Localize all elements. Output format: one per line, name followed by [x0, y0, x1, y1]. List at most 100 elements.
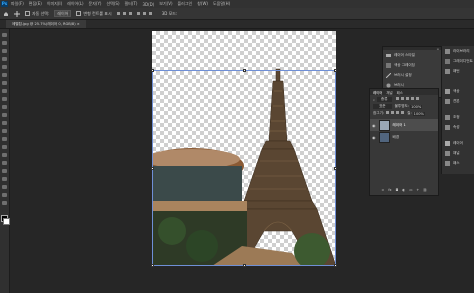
side-item-layers[interactable]: 레이어 — [442, 138, 474, 148]
filter-icons[interactable] — [395, 97, 422, 102]
lock-icons[interactable] — [386, 111, 405, 116]
move-tool-icon[interactable] — [2, 33, 7, 37]
menu-item-type[interactable]: 문자(Y) — [89, 1, 102, 7]
group-icon[interactable]: ▭ — [409, 188, 412, 192]
menu-item-filter[interactable]: 필터(T) — [125, 1, 138, 7]
pen-tool-icon[interactable] — [2, 153, 7, 157]
transform-handle-bottom-right[interactable] — [334, 264, 337, 267]
layers-panel-tabs: 레이어 채널 패스 — [370, 89, 438, 95]
library-icon — [445, 48, 450, 54]
side-item-pattern[interactable]: 패턴 — [442, 66, 474, 76]
adj-item-brush-settings[interactable]: 브러시 설정 — [383, 70, 441, 80]
side-item-properties[interactable]: 속성 — [442, 122, 474, 132]
side-item-paths[interactable]: 패스 — [442, 158, 474, 168]
side-item-library[interactable]: 라이브러리 — [442, 46, 474, 56]
transform-handle-middle-left[interactable] — [151, 167, 154, 170]
healing-tool-icon[interactable] — [2, 89, 7, 93]
side-item-color[interactable]: 색상 — [442, 86, 474, 96]
side-item-label: 채널 — [453, 150, 460, 155]
document-tab[interactable]: 에펠탑.jpg @ 25.7%(레이어 0, RGB/8) × — [6, 20, 86, 28]
marquee-tool-icon[interactable] — [2, 41, 7, 45]
panel-menu-icon[interactable]: ≡ — [436, 47, 439, 51]
fx-icon[interactable]: fx — [388, 188, 391, 192]
mask-icon[interactable]: ◘ — [396, 188, 399, 192]
shape-tool-icon[interactable] — [2, 177, 7, 181]
layer-row-background[interactable]: ◉ 배경 — [370, 131, 438, 143]
menu-item-view[interactable]: 보기(V) — [159, 1, 172, 7]
visibility-eye-icon[interactable]: ◉ — [372, 123, 376, 128]
menu-item-select[interactable]: 선택(S) — [106, 1, 119, 7]
transform-handle-top-center[interactable] — [243, 69, 246, 72]
dodge-tool-icon[interactable] — [2, 145, 7, 149]
tab-channels[interactable]: 채널 — [386, 90, 392, 95]
menu-bar: Ps 파일(F) 편집(E) 이미지(I) 레이어(L) 문자(Y) 선택(S)… — [0, 0, 474, 8]
transform-handle-top-left[interactable] — [151, 69, 154, 72]
tab-paths[interactable]: 패스 — [397, 90, 403, 95]
menu-item-layer[interactable]: 레이어(L) — [67, 1, 83, 7]
gradient-tool-icon[interactable] — [2, 129, 7, 133]
new-layer-icon[interactable]: + — [416, 188, 419, 192]
background-color-swatch[interactable] — [3, 218, 10, 225]
adj-item-label: 색상 그레이딩 — [394, 62, 415, 67]
layer-name[interactable]: 레이어 1 — [393, 123, 406, 128]
lasso-tool-icon[interactable] — [2, 49, 7, 53]
type-tool-icon[interactable] — [2, 161, 7, 165]
home-icon[interactable] — [3, 11, 9, 17]
tools-panel — [0, 29, 10, 293]
transform-handle-middle-right[interactable] — [334, 167, 337, 170]
quick-select-tool-icon[interactable] — [2, 57, 7, 61]
edit-toolbar-icon[interactable] — [2, 201, 7, 205]
adj-item-layer-style[interactable]: 레이어 스타일 — [383, 50, 441, 60]
align-icons[interactable] — [116, 11, 157, 16]
link-layers-icon[interactable]: ∞ — [382, 188, 385, 192]
trash-icon[interactable]: ▥ — [423, 188, 426, 192]
menu-item-image[interactable]: 이미지(I) — [47, 1, 62, 7]
crop-tool-icon[interactable] — [2, 65, 7, 69]
blend-mode-dropdown[interactable]: 표준 — [373, 104, 392, 109]
side-item-gradient[interactable]: 그레이디언트 — [442, 56, 474, 66]
auto-select-dropdown[interactable]: 레이어 — [54, 10, 72, 17]
adj-item-label: 브러시 설정 — [394, 72, 412, 77]
side-item-channels[interactable]: 채널 — [442, 148, 474, 158]
fill-label: 칠: — [407, 111, 412, 115]
menu-item-help[interactable]: 도움말(H) — [213, 1, 230, 7]
eraser-tool-icon[interactable] — [2, 121, 7, 125]
layer-kind-filter[interactable]: 종류 — [376, 97, 392, 102]
fill-field[interactable]: 100% — [412, 111, 425, 116]
side-item-adjust[interactable]: 조정 — [442, 112, 474, 122]
transform-handle-bottom-left[interactable] — [151, 264, 154, 267]
layer-style-icon — [386, 53, 391, 58]
menu-item-file[interactable]: 파일(F) — [11, 1, 24, 7]
eyedropper-tool-icon[interactable] — [2, 81, 7, 85]
zoom-tool-icon[interactable] — [2, 193, 7, 197]
opacity-field[interactable]: 100% — [410, 104, 423, 109]
frame-tool-icon[interactable] — [2, 73, 7, 77]
history-brush-tool-icon[interactable] — [2, 113, 7, 117]
stamp-tool-icon[interactable] — [2, 105, 7, 109]
menu-item-3d[interactable]: 3D(D) — [142, 2, 154, 7]
photoshop-logo[interactable]: Ps — [1, 1, 8, 7]
auto-select-checkbox[interactable] — [25, 11, 30, 16]
layer-row-layer1[interactable]: ◉ 레이어 1 — [370, 119, 438, 131]
blur-tool-icon[interactable] — [2, 137, 7, 141]
menu-item-window[interactable]: 창(W) — [197, 1, 208, 7]
layer-name[interactable]: 배경 — [393, 135, 400, 140]
menu-item-edit[interactable]: 편집(E) — [29, 1, 42, 7]
transform-handle-top-right[interactable] — [334, 69, 337, 72]
hand-tool-icon[interactable] — [2, 185, 7, 189]
adj-item-color-grading[interactable]: 색상 그레이딩 — [383, 60, 441, 70]
transform-handle-bottom-center[interactable] — [243, 264, 246, 267]
color-icon — [445, 88, 450, 94]
move-tool-icon[interactable] — [14, 10, 20, 17]
tab-layers[interactable]: 레이어 — [373, 90, 382, 95]
show-transform-checkbox[interactable] — [76, 11, 82, 16]
path-select-tool-icon[interactable] — [2, 169, 7, 173]
side-item-swatches[interactable]: 견본 — [442, 96, 474, 106]
menu-item-plugins[interactable]: 플러그인 — [178, 1, 193, 7]
visibility-eye-icon[interactable]: ◉ — [372, 135, 376, 140]
brush-tool-icon[interactable] — [2, 97, 7, 101]
transform-group: 변형 컨트롤 표시 — [76, 11, 112, 17]
adjustment-layer-icon[interactable]: ◐ — [402, 188, 405, 192]
layer-search-icon[interactable]: ⌕ — [373, 98, 375, 102]
transform-bounding-box[interactable] — [151, 69, 337, 267]
